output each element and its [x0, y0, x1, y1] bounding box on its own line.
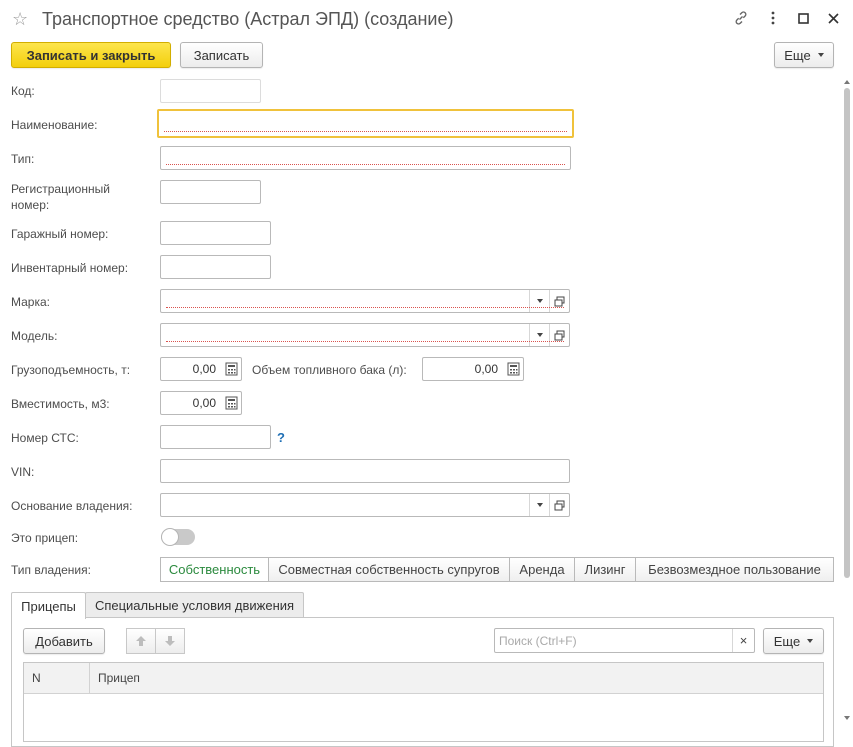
chevron-down-icon: [536, 503, 543, 507]
favorite-star-icon[interactable]: ☆: [12, 9, 28, 29]
trailers-more-label: Еще: [773, 633, 801, 649]
ownership-basis-field[interactable]: [160, 493, 570, 517]
sts-label: Номер СТС:: [11, 431, 79, 445]
is-trailer-toggle[interactable]: [161, 528, 195, 546]
ownership-basis-open-button[interactable]: [549, 494, 569, 516]
brand-field[interactable]: [160, 289, 570, 313]
save-button[interactable]: Записать: [180, 42, 263, 68]
name-input[interactable]: [157, 109, 574, 138]
trailers-table[interactable]: N Прицеп: [23, 662, 824, 742]
inventory-number-label: Инвентарный номер:: [11, 261, 129, 275]
more-menu-label: Еще: [784, 47, 811, 63]
open-window-icon: [554, 296, 565, 306]
capacity-label: Грузоподъемность, т:: [11, 363, 131, 377]
calculator-icon[interactable]: [507, 362, 520, 376]
more-vertical-icon[interactable]: [763, 8, 783, 28]
ownership-option-own[interactable]: Собственность: [160, 557, 269, 582]
volume-input[interactable]: 0,00: [160, 391, 242, 415]
brand-open-button[interactable]: [549, 290, 569, 312]
is-trailer-label: Это прицеп:: [11, 531, 79, 545]
code-input: [160, 79, 261, 103]
scroll-up-arrow-icon[interactable]: [844, 80, 850, 84]
vin-input[interactable]: [160, 459, 570, 483]
reg-number-label: Регистрационный номер:: [11, 182, 110, 213]
chevron-down-icon: [536, 333, 543, 337]
ownership-option-free-use[interactable]: Безвозмездное пользование: [635, 557, 834, 582]
window-title: Транспортное средство (Астрал ЭПД) (созд…: [42, 9, 454, 29]
chevron-down-icon: [817, 53, 824, 57]
type-input[interactable]: [160, 146, 571, 170]
fuel-tank-value: 0,00: [474, 362, 498, 376]
chevron-down-icon: [807, 639, 814, 643]
garage-number-label: Гаражный номер:: [11, 227, 109, 241]
table-header: N Прицеп: [24, 663, 823, 694]
reg-number-label-line1: Регистрационный: [11, 182, 110, 196]
close-icon[interactable]: [823, 8, 843, 28]
name-label: Наименование:: [11, 118, 98, 132]
help-icon[interactable]: ?: [277, 430, 285, 445]
sts-input[interactable]: [160, 425, 271, 449]
move-down-button[interactable]: [155, 628, 185, 654]
add-trailer-button[interactable]: Добавить: [23, 628, 105, 654]
capacity-input[interactable]: 0,00: [160, 357, 242, 381]
reg-number-input[interactable]: [160, 180, 261, 204]
inventory-number-input[interactable]: [160, 255, 271, 279]
model-open-button[interactable]: [549, 324, 569, 346]
reg-number-label-line2: номер:: [11, 198, 50, 212]
ownership-option-rent[interactable]: Аренда: [509, 557, 575, 582]
ownership-option-joint[interactable]: Совместная собственность супругов: [268, 557, 510, 582]
chevron-down-icon: [536, 299, 543, 303]
save-and-close-button[interactable]: Записать и закрыть: [11, 42, 171, 68]
more-menu-button[interactable]: Еще: [774, 42, 834, 68]
code-label: Код:: [11, 84, 35, 98]
brand-dropdown-button[interactable]: [529, 290, 549, 312]
column-header-n[interactable]: N: [32, 671, 41, 685]
type-label: Тип:: [11, 152, 35, 166]
fuel-tank-input[interactable]: 0,00: [422, 357, 524, 381]
search-placeholder: Поиск (Ctrl+F): [499, 634, 577, 648]
move-up-button[interactable]: [126, 628, 156, 654]
form-scrollbar[interactable]: [844, 88, 850, 578]
calculator-icon[interactable]: [225, 396, 238, 410]
open-window-icon: [554, 330, 565, 340]
garage-number-input[interactable]: [160, 221, 271, 245]
ownership-type-label: Тип владения:: [11, 563, 91, 577]
clear-search-icon[interactable]: ×: [732, 629, 754, 652]
tab-trailers[interactable]: Прицепы: [11, 592, 86, 619]
tab-special-conditions[interactable]: Специальные условия движения: [85, 592, 304, 618]
ownership-option-leasing[interactable]: Лизинг: [574, 557, 636, 582]
model-label: Модель:: [11, 329, 58, 343]
volume-value: 0,00: [192, 396, 216, 410]
arrow-up-icon: [136, 636, 146, 646]
volume-label: Вместимость, м3:: [11, 397, 110, 411]
calculator-icon[interactable]: [225, 362, 238, 376]
link-icon[interactable]: [731, 8, 751, 28]
model-dropdown-button[interactable]: [529, 324, 549, 346]
fuel-tank-label: Объем топливного бака (л):: [252, 363, 407, 377]
toggle-knob: [161, 528, 179, 546]
vin-label: VIN:: [11, 465, 35, 479]
model-field[interactable]: [160, 323, 570, 347]
maximize-icon[interactable]: [793, 8, 813, 28]
arrow-down-icon: [165, 636, 175, 646]
column-header-trailer[interactable]: Прицеп: [98, 671, 140, 685]
brand-label: Марка:: [11, 295, 50, 309]
ownership-basis-dropdown-button[interactable]: [529, 494, 549, 516]
trailers-search-input[interactable]: Поиск (Ctrl+F) ×: [494, 628, 755, 653]
ownership-basis-label: Основание владения:: [11, 499, 133, 513]
trailers-more-button[interactable]: Еще: [763, 628, 824, 654]
capacity-value: 0,00: [192, 362, 216, 376]
scroll-down-arrow-icon[interactable]: [844, 716, 850, 720]
open-window-icon: [554, 500, 565, 510]
